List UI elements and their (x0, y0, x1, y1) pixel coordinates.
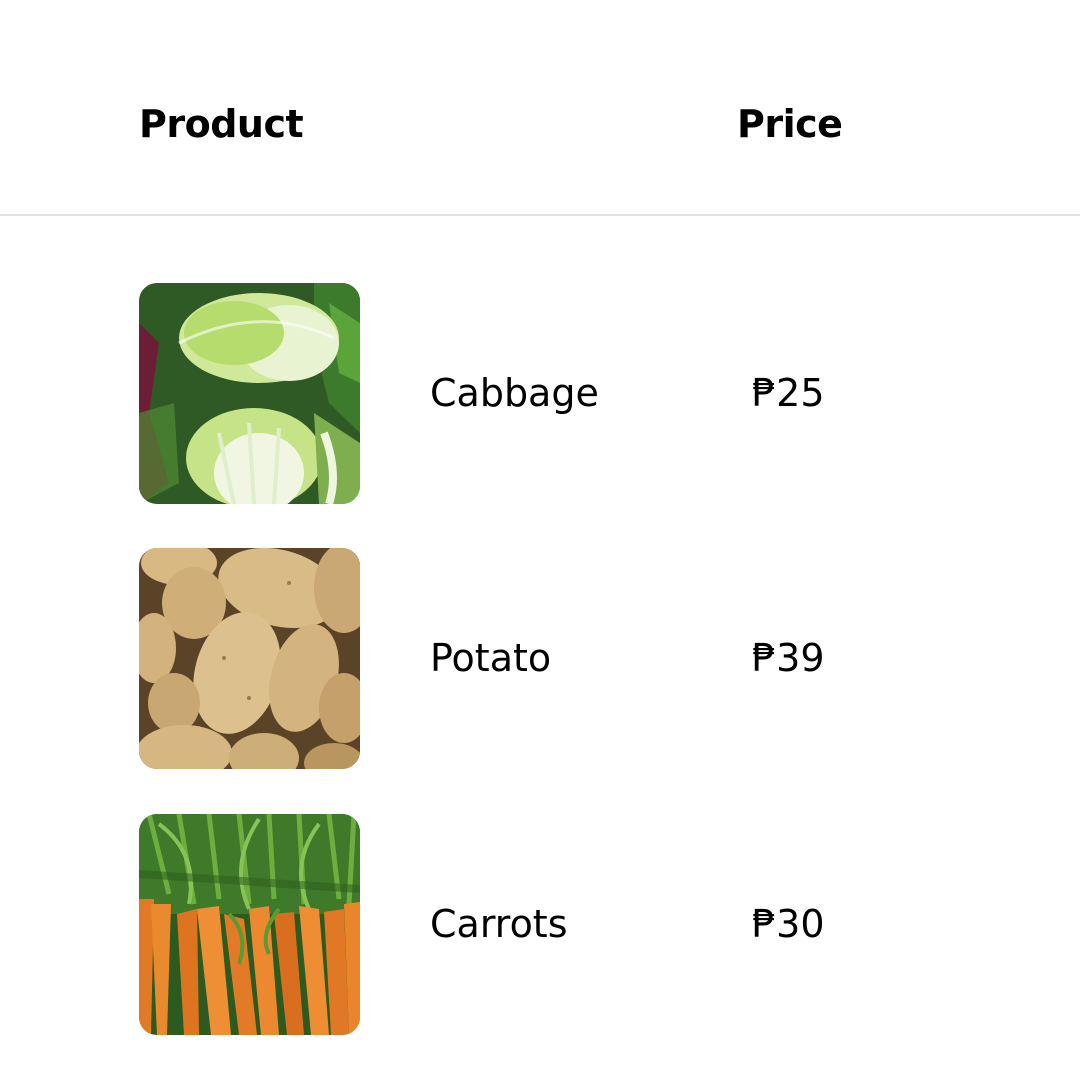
product-name: Potato (430, 636, 552, 680)
table-row[interactable]: Carrots ₱30 (0, 814, 1080, 1035)
table-row[interactable]: Cabbage ₱25 (0, 283, 1080, 504)
potato-image (139, 548, 360, 769)
product-price: ₱25 (752, 371, 825, 415)
column-header-product: Product (139, 102, 304, 146)
header-divider (0, 214, 1080, 216)
cabbage-image (139, 283, 360, 504)
product-name: Cabbage (430, 371, 599, 415)
table-row[interactable]: Potato ₱39 (0, 548, 1080, 769)
product-price: ₱30 (752, 902, 825, 946)
column-header-price: Price (737, 102, 843, 146)
product-name: Carrots (430, 902, 568, 946)
carrots-image (139, 814, 360, 1035)
product-price: ₱39 (752, 636, 825, 680)
